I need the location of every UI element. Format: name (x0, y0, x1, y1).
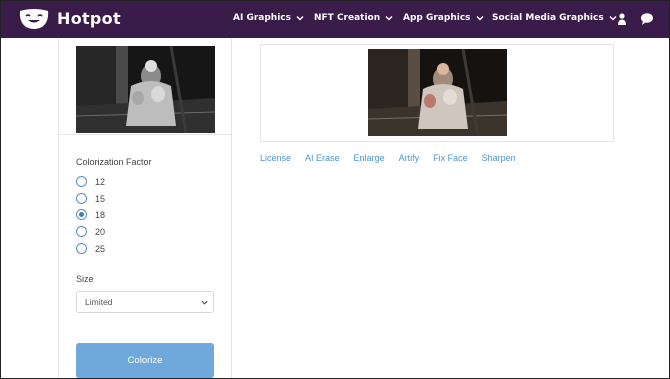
nav-app-graphics[interactable]: App Graphics (403, 13, 484, 23)
artify-link[interactable]: Artify (399, 153, 420, 163)
fix-face-link[interactable]: Fix Face (433, 153, 468, 163)
radio-option-25[interactable]: 25 (76, 243, 105, 254)
radio-button-selected[interactable] (76, 209, 87, 220)
settings-panel: Colorization Factor 12 15 18 20 25 Size … (58, 38, 232, 379)
radio-option-15[interactable]: 15 (76, 193, 105, 204)
enlarge-link[interactable]: Enlarge (354, 153, 385, 163)
radio-option-12[interactable]: 12 (76, 176, 105, 187)
nav-social-media-graphics[interactable]: Social Media Graphics (492, 13, 617, 23)
chevron-down-icon (201, 300, 208, 305)
chevron-down-icon (385, 16, 393, 21)
top-navbar: Hotpot AI Graphics NFT Creation App Grap… (0, 0, 670, 38)
sharpen-link[interactable]: Sharpen (482, 153, 516, 163)
radio-option-18[interactable]: 18 (76, 209, 105, 220)
brand-name[interactable]: Hotpot (57, 9, 121, 28)
chat-icon[interactable] (640, 12, 654, 26)
colorization-factor-label: Colorization Factor (76, 157, 152, 167)
original-photo-thumbnail (76, 46, 215, 133)
radio-button[interactable] (76, 226, 87, 237)
result-actions: License AI Erase Enlarge Artify Fix Face… (260, 153, 516, 163)
size-label: Size (76, 274, 94, 284)
radio-button[interactable] (76, 176, 87, 187)
smiley-logo-icon[interactable] (18, 8, 50, 30)
result-preview-box (260, 44, 614, 142)
nav-ai-graphics[interactable]: AI Graphics (233, 13, 304, 23)
user-icon[interactable] (615, 12, 629, 26)
license-link[interactable]: License (260, 153, 291, 163)
panel-divider (59, 134, 231, 135)
size-select[interactable]: Limited (76, 291, 214, 313)
radio-button[interactable] (76, 193, 87, 204)
nav-nft-creation[interactable]: NFT Creation (314, 13, 393, 23)
radio-option-20[interactable]: 20 (76, 226, 105, 237)
radio-button[interactable] (76, 243, 87, 254)
colorize-button[interactable]: Colorize (76, 343, 214, 378)
ai-erase-link[interactable]: AI Erase (305, 153, 340, 163)
chevron-down-icon (476, 16, 484, 21)
colorized-photo (368, 49, 507, 136)
chevron-down-icon (296, 16, 304, 21)
